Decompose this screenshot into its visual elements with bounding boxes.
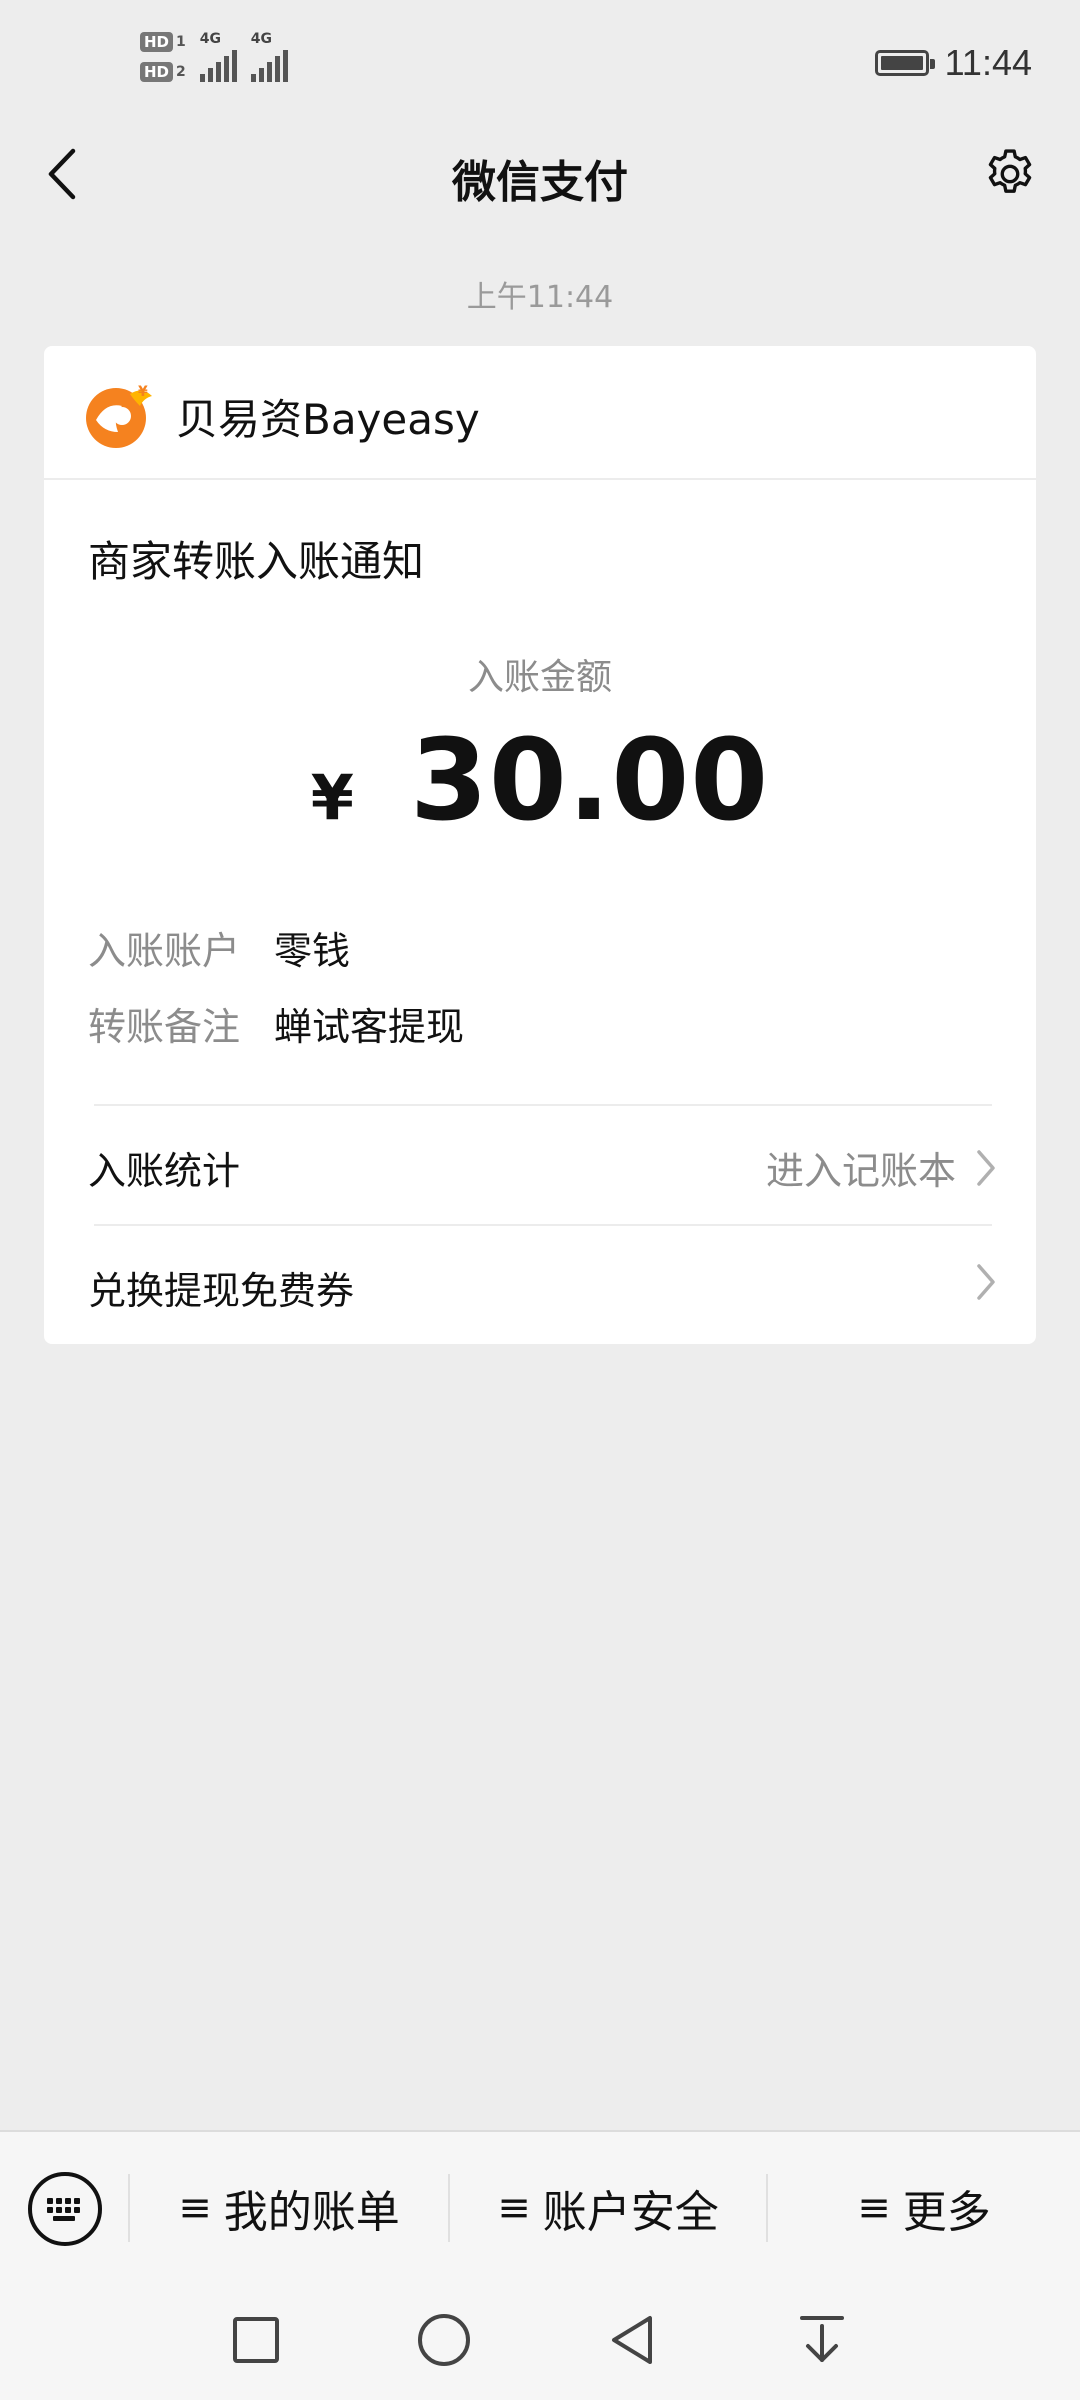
- row-action: 进入记账本: [766, 1140, 1000, 1195]
- network-type-2: 4G: [250, 31, 272, 47]
- detail-value: 零钱: [274, 929, 351, 973]
- row-action-text: 进入记账本: [765, 1149, 956, 1193]
- sim1-hd-badge: HD 1: [140, 32, 186, 52]
- currency-symbol: ¥: [310, 761, 354, 834]
- recents-button[interactable]: [216, 2300, 296, 2380]
- menu-more[interactable]: ≡ 更多: [768, 2178, 1080, 2238]
- transfer-notification-card[interactable]: ¥ 贝易资Bayeasy 商家转账入账通知 入账金额 ¥ 30.00 入账账户 …: [44, 346, 1036, 1344]
- page-title: 微信支付: [452, 157, 628, 208]
- menu-label: 账户安全: [542, 2187, 719, 2238]
- detail-value: 蝉试客提现: [274, 1005, 465, 1049]
- merchant-name: 贝易资Bayeasy: [176, 395, 480, 444]
- gear-icon: [988, 149, 1032, 193]
- row-label: 兑换提现免费券: [88, 1269, 355, 1313]
- circle-icon: [418, 2314, 470, 2366]
- screen: HD 1 HD 2 4G 4G 11:44 微信支付 上午11:44 ¥ 贝易资…: [0, 0, 1080, 2400]
- pull-down-icon: [800, 2316, 844, 2362]
- chevron-right-icon: [972, 1146, 1000, 1190]
- menu-icon: ≡: [857, 2185, 891, 2231]
- amount-value: 30.00: [409, 716, 770, 846]
- menu-my-bills[interactable]: ≡ 我的账单: [130, 2178, 448, 2238]
- settings-button[interactable]: [978, 142, 1042, 206]
- signal-bars-2: [250, 48, 288, 82]
- triangle-back-icon: [612, 2316, 652, 2364]
- network-type-1: 4G: [199, 31, 221, 47]
- signal-bars-1: [199, 48, 237, 82]
- signal-icon: 4G: [199, 31, 237, 82]
- status-time: 11:44: [944, 42, 1032, 83]
- keyboard-toggle-button[interactable]: [28, 2172, 102, 2246]
- battery-icon: [874, 50, 935, 76]
- notice-title: 商家转账入账通知: [88, 537, 425, 586]
- sim2-hd-badge: HD 2: [140, 62, 186, 82]
- redeem-coupon-row[interactable]: 兑换提现免费券: [44, 1226, 1036, 1344]
- merchant-logo-icon: ¥: [86, 384, 152, 448]
- signal-icon: 4G: [250, 31, 288, 82]
- svg-text:¥: ¥: [138, 384, 148, 400]
- detail-row: 入账账户 零钱: [88, 920, 350, 975]
- nav-bar: 微信支付: [0, 120, 1080, 230]
- detail-key: 入账账户: [88, 929, 241, 973]
- menu-icon: ≡: [178, 2185, 212, 2231]
- menu-icon: ≡: [497, 2185, 531, 2231]
- status-bar-right: 11:44: [874, 42, 1032, 84]
- status-bar-signals: HD 1 HD 2 4G 4G: [140, 32, 288, 82]
- system-nav-bar: [0, 2280, 1080, 2400]
- home-button[interactable]: [404, 2300, 484, 2380]
- back-nav-button[interactable]: [592, 2300, 672, 2380]
- chevron-right-icon: [972, 1260, 1000, 1304]
- amount-label: 入账金额: [467, 657, 612, 698]
- message-timestamp: 上午11:44: [466, 280, 614, 315]
- amount-display: ¥ 30.00: [44, 716, 1036, 846]
- row-label: 入账统计: [88, 1149, 241, 1193]
- hd-badges: HD 1 HD 2: [140, 32, 186, 82]
- detail-row: 转账备注 蝉试客提现: [88, 996, 464, 1051]
- status-bar: HD 1 HD 2 4G 4G 11:44: [0, 0, 1080, 120]
- row-action: [972, 1260, 1000, 1304]
- keyboard-icon: [47, 2198, 80, 2221]
- square-icon: [233, 2317, 279, 2363]
- hd-icon: HD: [140, 32, 174, 52]
- menu-label: 我的账单: [223, 2187, 400, 2238]
- notification-pulldown-button[interactable]: [782, 2300, 862, 2380]
- menu-label: 更多: [902, 2187, 991, 2238]
- sim1-number: 1: [176, 34, 186, 50]
- income-stats-row[interactable]: 入账统计 进入记账本: [44, 1106, 1036, 1224]
- detail-key: 转账备注: [88, 1005, 241, 1049]
- sim2-number: 2: [176, 64, 186, 80]
- hd-icon: HD: [140, 62, 174, 82]
- menu-account-security[interactable]: ≡ 账户安全: [450, 2178, 766, 2238]
- bottom-menu: ≡ 我的账单 ≡ 账户安全 ≡ 更多: [0, 2130, 1080, 2282]
- card-header[interactable]: ¥ 贝易资Bayeasy: [44, 346, 1036, 480]
